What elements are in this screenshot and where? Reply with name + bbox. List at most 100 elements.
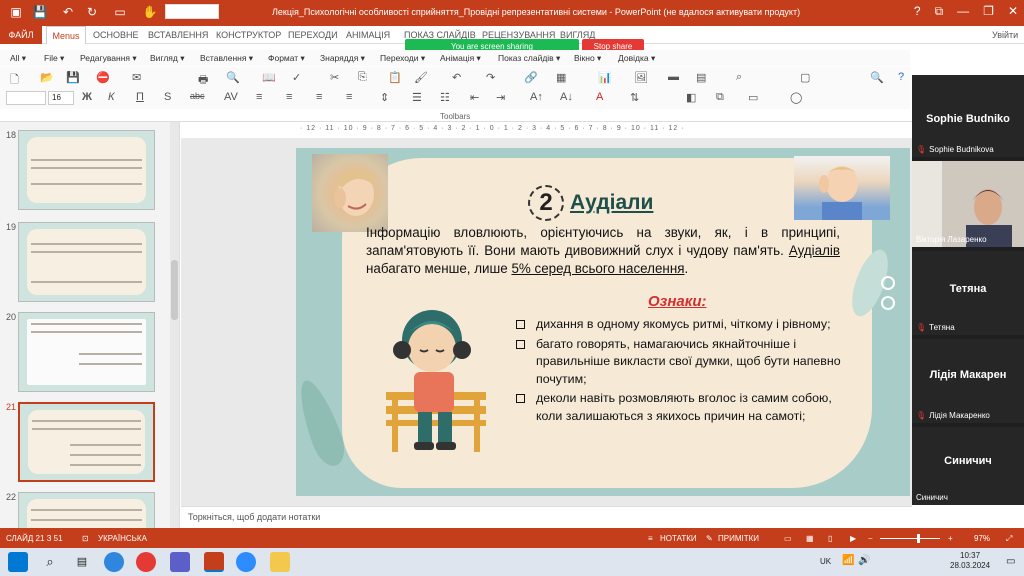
font-size-box[interactable]: 16 xyxy=(48,91,74,105)
slide-canvas[interactable]: 2 Аудіали Інформацію вловлюють, орієнтую… xyxy=(296,148,910,496)
tab-home[interactable]: ОСНОВНЕ xyxy=(93,26,139,44)
bold-button[interactable]: Ж xyxy=(82,91,92,103)
slide-thumbnail-20[interactable] xyxy=(18,312,155,392)
numbering-icon[interactable]: ☷ xyxy=(440,91,450,104)
windows-start-icon[interactable] xyxy=(8,552,28,572)
redo-icon[interactable]: ↷ xyxy=(486,71,495,84)
align-left-icon[interactable]: ≡ xyxy=(256,91,262,103)
character-spacing-icon[interactable]: AV xyxy=(224,91,238,103)
language-indicator[interactable]: УКРАЇНСЬКА xyxy=(98,534,147,543)
slide-thumbnail-19[interactable] xyxy=(18,222,155,302)
comments-icon[interactable]: ✎ xyxy=(706,534,713,543)
shape-fill-icon[interactable]: ◧ xyxy=(686,91,696,104)
slide-thumbnail-21[interactable] xyxy=(18,402,155,482)
task-view-icon[interactable]: ▤ xyxy=(72,552,92,572)
decrease-indent-icon[interactable]: ⇤ xyxy=(470,91,479,104)
tab-file[interactable]: ФАЙЛ xyxy=(0,26,42,44)
participant-tile[interactable]: Sophie Budniko 🎙 Sophie Budnikova xyxy=(912,75,1024,157)
search-icon[interactable]: ⌕ xyxy=(40,552,60,572)
zoom-slider[interactable] xyxy=(880,538,940,539)
paste-icon[interactable]: 📋 xyxy=(388,71,402,84)
cut-icon[interactable]: ✂ xyxy=(330,71,339,84)
research-icon[interactable]: 📖 xyxy=(262,71,276,84)
minimize-button[interactable]: — xyxy=(957,4,969,19)
sign-in-link[interactable]: Увійти xyxy=(992,26,1018,44)
zoom-icon[interactable]: ⌕ xyxy=(736,71,742,84)
color-icon[interactable]: ▤ xyxy=(696,71,706,84)
menu-animation[interactable]: Анімація ▾ xyxy=(440,53,481,64)
menu-all[interactable]: All ▾ xyxy=(10,53,26,64)
spelling-icon[interactable]: ✓ xyxy=(292,71,301,84)
font-shrink-icon[interactable]: A↓ xyxy=(560,91,573,103)
shapes-icon[interactable]: ◯ xyxy=(790,91,802,104)
menu-view[interactable]: Вигляд ▾ xyxy=(150,53,184,64)
woman-listening-photo[interactable] xyxy=(312,154,388,232)
volume-icon[interactable]: 🔊 xyxy=(858,555,870,566)
email-icon[interactable]: ✉ xyxy=(132,71,141,84)
powerpoint-icon[interactable] xyxy=(204,552,224,572)
align-center-icon[interactable]: ≡ xyxy=(286,91,292,103)
layout-icon[interactable]: ▢ xyxy=(800,71,810,84)
shadow-button[interactable]: S xyxy=(164,91,171,103)
align-right-icon[interactable]: ≡ xyxy=(316,91,322,103)
strikethrough-button[interactable]: abc xyxy=(190,91,205,101)
justify-icon[interactable]: ≡ xyxy=(346,91,352,103)
slide-thumbnail-22[interactable] xyxy=(18,492,155,528)
body-paragraph[interactable]: Інформацію вловлюють, орієнтуючись на зв… xyxy=(366,224,840,278)
font-grow-icon[interactable]: A↑ xyxy=(530,91,543,103)
redo-icon[interactable]: ↻ xyxy=(84,4,100,20)
zoom-in-button[interactable]: + xyxy=(948,534,953,543)
participant-tile[interactable]: Лідія Макарен 🎙 Лідія Макаренко xyxy=(912,339,1024,423)
reading-view-icon[interactable]: ▯ xyxy=(828,534,832,543)
notes-icon[interactable]: ≡ xyxy=(648,534,653,543)
chart-icon[interactable]: 📊 xyxy=(598,71,612,84)
boy-listening-photo[interactable] xyxy=(794,156,890,220)
save-icon[interactable]: 💾 xyxy=(66,71,80,84)
keyboard-language[interactable]: UK xyxy=(820,557,831,566)
menu-tools[interactable]: Знаряддя ▾ xyxy=(320,53,365,64)
tab-design[interactable]: КОНСТРУКТОР xyxy=(216,26,281,44)
text-direction-icon[interactable]: ⇅ xyxy=(630,91,639,104)
undo-icon[interactable]: ↶ xyxy=(60,4,76,20)
menu-slideshow[interactable]: Показ слайдів ▾ xyxy=(498,53,560,64)
find-icon[interactable]: 🔍 xyxy=(870,71,884,84)
tab-insert[interactable]: ВСТАВЛЕННЯ xyxy=(148,26,208,44)
menu-insert[interactable]: Вставлення ▾ xyxy=(200,53,253,64)
permission-icon[interactable]: ⛔ xyxy=(96,71,110,84)
restore-button[interactable]: ❐ xyxy=(983,4,994,19)
font-name-box[interactable] xyxy=(6,91,46,105)
menu-transitions[interactable]: Переходи ▾ xyxy=(380,53,425,64)
zoom-app-icon[interactable] xyxy=(236,552,256,572)
thumbnail-scrollbar[interactable] xyxy=(170,122,179,528)
edge-icon[interactable] xyxy=(104,552,124,572)
zoom-slider-knob[interactable] xyxy=(917,534,920,543)
notes-placeholder[interactable]: Торкніться, щоб додати нотатки xyxy=(188,512,320,522)
undo-icon[interactable]: ↶ xyxy=(452,71,461,84)
menu-window[interactable]: Вікно ▾ xyxy=(574,53,601,64)
close-button[interactable]: ✕ xyxy=(1008,4,1018,19)
opera-icon[interactable] xyxy=(136,552,156,572)
menu-file[interactable]: File ▾ xyxy=(44,53,64,64)
notes-toggle[interactable]: НОТАТКИ xyxy=(660,534,697,543)
save-icon[interactable]: 💾 xyxy=(32,4,48,20)
tab-transitions[interactable]: ПЕРЕХОДИ xyxy=(288,26,338,44)
zoom-out-button[interactable]: − xyxy=(868,534,873,543)
line-spacing-icon[interactable]: ⇕ xyxy=(380,91,389,104)
normal-view-icon[interactable]: ▭ xyxy=(784,534,792,543)
shape-outline-icon[interactable]: ▭ xyxy=(748,91,758,104)
help-icon[interactable]: ? xyxy=(914,4,921,19)
participant-tile[interactable]: Синичич Синичич xyxy=(912,427,1024,505)
touch-mode-icon[interactable]: ✋ xyxy=(142,4,158,20)
scrollbar-thumb[interactable] xyxy=(171,260,178,320)
tab-animation[interactable]: АНІМАЦІЯ xyxy=(346,26,390,44)
menu-help[interactable]: Довідка ▾ xyxy=(618,53,655,64)
menu-format[interactable]: Формат ▾ xyxy=(268,53,305,64)
font-color-icon[interactable]: A xyxy=(596,91,603,103)
signs-list[interactable]: дихання в одному якомусь ритмі, чіткому … xyxy=(514,316,850,427)
italic-button[interactable]: К xyxy=(108,91,114,103)
hyperlink-icon[interactable]: 🔗 xyxy=(524,71,538,84)
help-circle-icon[interactable]: ? xyxy=(898,71,904,83)
format-painter-icon[interactable]: 🖌 xyxy=(414,71,428,84)
copy-icon[interactable]: ⎘ xyxy=(358,71,367,84)
open-icon[interactable]: 📂 xyxy=(40,71,54,84)
